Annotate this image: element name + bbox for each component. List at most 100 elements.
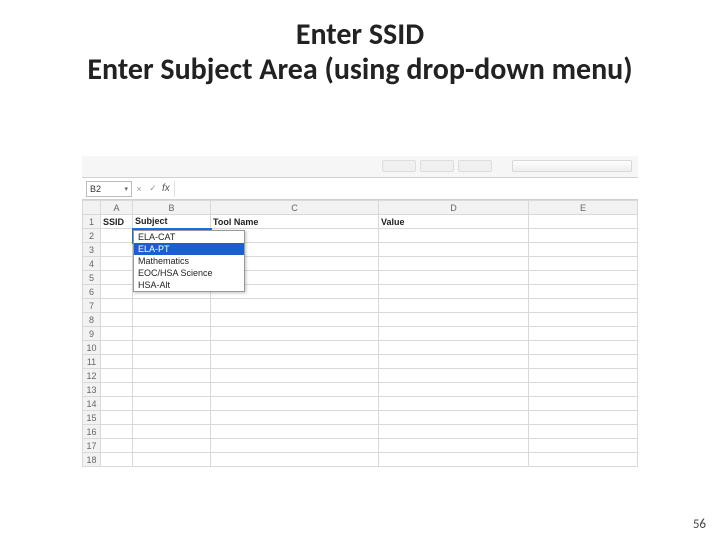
cell[interactable]	[379, 313, 529, 327]
cell[interactable]	[529, 243, 638, 257]
cell[interactable]	[133, 299, 211, 313]
cell[interactable]	[211, 299, 379, 313]
col-header-A[interactable]: A	[101, 201, 133, 215]
cell[interactable]	[101, 299, 133, 313]
cell[interactable]	[101, 425, 133, 439]
col-header-B[interactable]: B	[133, 201, 211, 215]
row-header[interactable]: 14	[83, 397, 101, 411]
cell[interactable]	[133, 425, 211, 439]
cell-D2[interactable]	[379, 229, 529, 243]
subject-dropdown-list[interactable]: ELA-CAT ELA-PT Mathematics EOC/HSA Scien…	[133, 230, 245, 292]
cell[interactable]	[101, 397, 133, 411]
cell[interactable]	[133, 383, 211, 397]
cell[interactable]	[379, 257, 529, 271]
cell[interactable]	[101, 453, 133, 467]
dropdown-option[interactable]: HSA-Alt	[134, 279, 244, 291]
row-header[interactable]: 2	[83, 229, 101, 243]
row-header[interactable]: 4	[83, 257, 101, 271]
cell[interactable]	[101, 313, 133, 327]
cell-C1[interactable]: Tool Name	[211, 215, 379, 229]
cell[interactable]	[101, 257, 133, 271]
cell[interactable]	[101, 285, 133, 299]
col-header-C[interactable]: C	[211, 201, 379, 215]
cell-D1[interactable]: Value	[379, 215, 529, 229]
cell[interactable]	[529, 257, 638, 271]
row-header[interactable]: 16	[83, 425, 101, 439]
row-header[interactable]: 7	[83, 299, 101, 313]
row-header[interactable]: 12	[83, 369, 101, 383]
dropdown-option[interactable]: EOC/HSA Science	[134, 267, 244, 279]
cell[interactable]	[379, 355, 529, 369]
cell[interactable]	[379, 341, 529, 355]
row-header[interactable]: 13	[83, 383, 101, 397]
dropdown-option-highlighted[interactable]: ELA-PT	[134, 243, 244, 255]
cell[interactable]	[133, 313, 211, 327]
cell[interactable]	[379, 439, 529, 453]
cell-B1[interactable]: Subject	[133, 215, 211, 229]
cancel-icon[interactable]: ×	[132, 184, 146, 194]
cell[interactable]	[133, 355, 211, 369]
cell[interactable]	[101, 341, 133, 355]
row-header[interactable]: 18	[83, 453, 101, 467]
cell[interactable]	[529, 341, 638, 355]
formula-input[interactable]	[174, 181, 638, 197]
cell[interactable]	[101, 355, 133, 369]
cell[interactable]	[529, 397, 638, 411]
cell[interactable]	[101, 439, 133, 453]
cell[interactable]	[529, 271, 638, 285]
cell-E2[interactable]	[529, 229, 638, 243]
cell[interactable]	[529, 327, 638, 341]
fx-label[interactable]: fx	[162, 183, 170, 194]
cell-E1[interactable]	[529, 215, 638, 229]
cell[interactable]	[211, 313, 379, 327]
cell[interactable]	[211, 341, 379, 355]
cell-A1[interactable]: SSID	[101, 215, 133, 229]
cell[interactable]	[529, 425, 638, 439]
cell[interactable]	[379, 243, 529, 257]
cell[interactable]	[529, 439, 638, 453]
cell[interactable]	[211, 355, 379, 369]
cell[interactable]	[379, 271, 529, 285]
cell[interactable]	[101, 411, 133, 425]
cell[interactable]	[101, 327, 133, 341]
cell[interactable]	[529, 299, 638, 313]
col-header-D[interactable]: D	[379, 201, 529, 215]
row-header[interactable]: 3	[83, 243, 101, 257]
name-box[interactable]: B2 ▾	[86, 181, 132, 197]
cell[interactable]	[133, 397, 211, 411]
dropdown-option[interactable]: ELA-CAT	[134, 231, 244, 243]
cell-A2[interactable]	[101, 229, 133, 243]
col-header-E[interactable]: E	[529, 201, 638, 215]
cell[interactable]	[133, 341, 211, 355]
cell[interactable]	[133, 453, 211, 467]
cell[interactable]	[101, 271, 133, 285]
row-header[interactable]: 1	[83, 215, 101, 229]
cell[interactable]	[529, 313, 638, 327]
enter-icon[interactable]: ✓	[146, 183, 160, 194]
cell[interactable]	[379, 425, 529, 439]
row-header[interactable]: 15	[83, 411, 101, 425]
cell[interactable]	[379, 383, 529, 397]
cell[interactable]	[133, 439, 211, 453]
cell[interactable]	[211, 327, 379, 341]
cell[interactable]	[529, 369, 638, 383]
row-header[interactable]: 8	[83, 313, 101, 327]
cell[interactable]	[211, 453, 379, 467]
select-all-corner[interactable]	[83, 201, 101, 215]
cell[interactable]	[133, 369, 211, 383]
cell[interactable]	[101, 369, 133, 383]
cell[interactable]	[101, 243, 133, 257]
cell[interactable]	[211, 425, 379, 439]
dropdown-option[interactable]: Mathematics	[134, 255, 244, 267]
cell[interactable]	[211, 369, 379, 383]
cell[interactable]	[211, 383, 379, 397]
cell[interactable]	[133, 327, 211, 341]
cell[interactable]	[211, 397, 379, 411]
row-header[interactable]: 9	[83, 327, 101, 341]
row-header[interactable]: 5	[83, 271, 101, 285]
cell[interactable]	[529, 453, 638, 467]
cell[interactable]	[379, 327, 529, 341]
cell[interactable]	[379, 411, 529, 425]
cell[interactable]	[529, 383, 638, 397]
cell[interactable]	[529, 285, 638, 299]
